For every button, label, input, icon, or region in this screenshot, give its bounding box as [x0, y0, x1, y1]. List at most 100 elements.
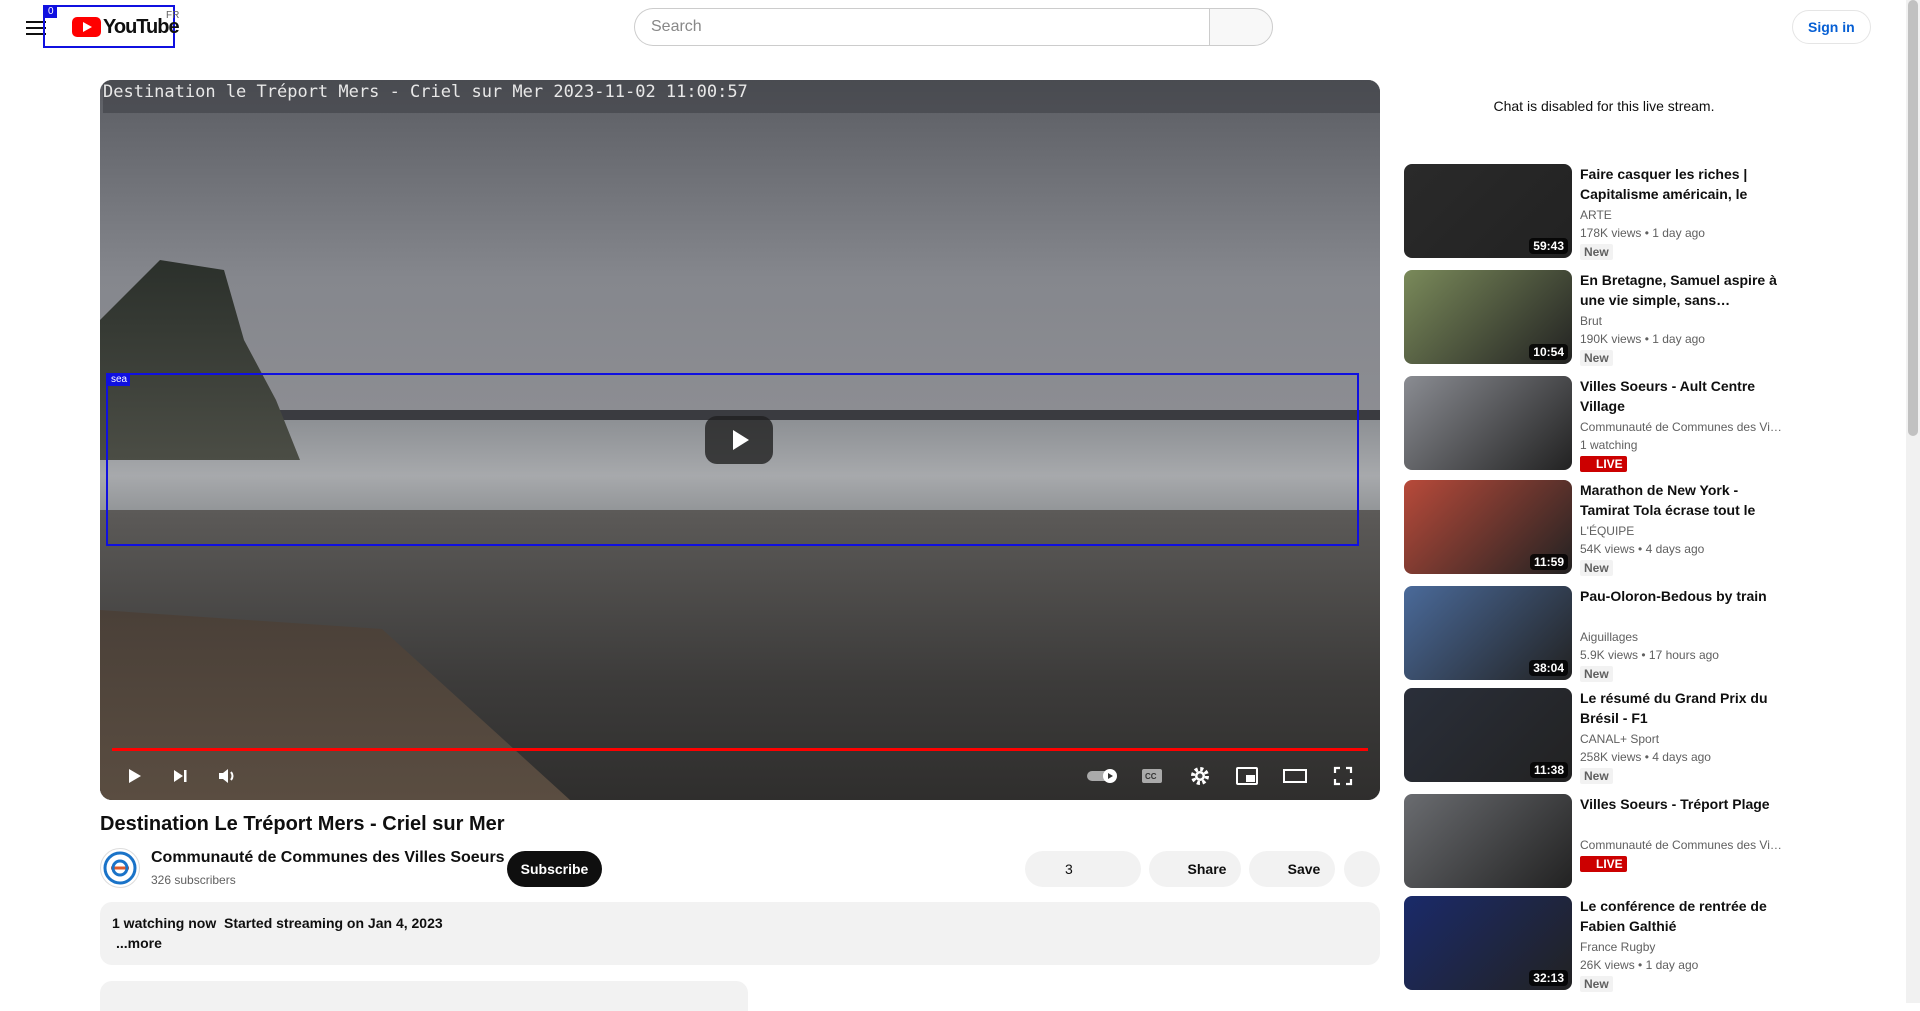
channel-name[interactable]: Communauté de Communes des Villes Soeurs	[151, 849, 505, 867]
recommendation-title[interactable]: Pau-Oloron-Bedous by train	[1580, 586, 1784, 606]
subscribe-button[interactable]: Subscribe	[507, 851, 602, 887]
recommendation-card[interactable]: Villes Soeurs - Tréport Plage Communauté …	[1404, 794, 1784, 890]
upload-age: 1 day ago	[1652, 226, 1705, 240]
recommendation-meta: 258K views • 4 days ago	[1580, 750, 1711, 764]
video-thumbnail[interactable]: 38:04	[1404, 586, 1572, 680]
view-count: 190K views	[1580, 332, 1642, 346]
video-title: Destination Le Tréport Mers - Criel sur …	[100, 813, 505, 835]
video-thumbnail[interactable]: 59:43	[1404, 164, 1572, 258]
duration-badge: 10:54	[1529, 344, 1568, 360]
page-scrollbar[interactable]	[1906, 0, 1920, 1003]
next-icon[interactable]	[164, 760, 196, 792]
recommendation-title[interactable]: Le conférence de rentrée de Fabien Galth…	[1580, 896, 1784, 936]
recommendation-card[interactable]: 11:38 Le résumé du Grand Prix du Brésil -…	[1404, 688, 1784, 784]
video-thumbnail[interactable]	[1404, 794, 1572, 888]
webcam-overlay-text: Destination le Tréport Mers - Criel sur …	[103, 80, 1380, 113]
video-thumbnail[interactable]: 10:54	[1404, 270, 1572, 364]
recommendation-channel[interactable]: Communauté de Communes des Vil…	[1580, 838, 1784, 852]
recommendation-title[interactable]: Faire casquer les riches | Capitalisme a…	[1580, 164, 1784, 204]
view-count: 54K views	[1580, 542, 1635, 556]
sign-in-button[interactable]: Sign in	[1792, 10, 1871, 44]
watching-info: 1 watching now Started streaming on Jan …	[112, 915, 443, 931]
miniplayer-icon[interactable]	[1231, 760, 1263, 792]
settings-gear-icon[interactable]	[1184, 760, 1216, 792]
view-count: 258K views	[1580, 750, 1642, 764]
recommendation-title[interactable]: Villes Soeurs - Tréport Plage	[1580, 794, 1784, 814]
video-player[interactable]: Destination le Tréport Mers - Criel sur …	[100, 80, 1380, 800]
autoplay-toggle-icon[interactable]	[1084, 760, 1124, 792]
play-icon[interactable]	[118, 760, 150, 792]
recommendation-title[interactable]: Marathon de New York - Tamirat Tola écra…	[1580, 480, 1784, 520]
like-count: 3	[1065, 861, 1073, 877]
recommendation-channel[interactable]: France Rugby	[1580, 940, 1784, 954]
meta-separator: •	[1641, 226, 1653, 240]
save-label: Save	[1287, 861, 1321, 877]
new-badge: New	[1580, 560, 1613, 576]
fullscreen-icon[interactable]	[1327, 760, 1359, 792]
view-count: 26K views	[1580, 958, 1635, 972]
recommendation-meta: 26K views • 1 day ago	[1580, 958, 1698, 972]
new-badge: New	[1580, 244, 1613, 260]
like-button[interactable]: 3	[1025, 851, 1141, 887]
recommendation-meta: 178K views • 1 day ago	[1580, 226, 1705, 240]
duration-badge: 11:38	[1529, 762, 1568, 778]
large-play-button[interactable]	[705, 416, 773, 464]
sign-in-label: Sign in	[1808, 19, 1855, 35]
recommendation-channel[interactable]: L'ÉQUIPE	[1580, 524, 1784, 538]
search-bar	[634, 8, 1273, 46]
channel-avatar[interactable]	[100, 848, 140, 888]
recommendation-channel[interactable]: Brut	[1580, 314, 1784, 328]
recommendation-card[interactable]: 32:13 Le conférence de rentrée de Fabien …	[1404, 896, 1784, 992]
search-input[interactable]	[634, 8, 1209, 46]
recommendation-title[interactable]: Le résumé du Grand Prix du Brésil - F1	[1580, 688, 1784, 728]
captions-icon[interactable]: CC	[1136, 760, 1168, 792]
video-thumbnail[interactable]: 11:59	[1404, 480, 1572, 574]
view-count: 1 watching	[1580, 438, 1638, 452]
view-count: 5.9K views	[1580, 648, 1639, 662]
svg-text:CC: CC	[1145, 772, 1157, 781]
recommendation-card[interactable]: 59:43 Faire casquer les riches | Capitali…	[1404, 164, 1784, 260]
recommendation-channel[interactable]: CANAL+ Sport	[1580, 732, 1784, 746]
subscriber-count: 326 subscribers	[151, 873, 236, 887]
recommendation-channel[interactable]: ARTE	[1580, 208, 1784, 222]
recommendation-channel[interactable]: Aiguillages	[1580, 630, 1784, 644]
recommendation-meta: 54K views • 4 days ago	[1580, 542, 1704, 556]
view-count: 178K views	[1580, 226, 1642, 240]
video-thumbnail[interactable]: 11:38	[1404, 688, 1572, 782]
meta-separator: •	[1641, 750, 1653, 764]
duration-badge: 38:04	[1529, 660, 1568, 676]
more-actions-button[interactable]	[1344, 851, 1380, 887]
recommendation-meta: 5.9K views • 17 hours ago	[1580, 648, 1719, 662]
save-button[interactable]: Save	[1249, 851, 1335, 887]
recommendation-card[interactable]: 10:54 En Bretagne, Samuel aspire à une vi…	[1404, 270, 1784, 366]
video-thumbnail[interactable]: 32:13	[1404, 896, 1572, 990]
recommendation-card[interactable]: Villes Soeurs - Ault Centre Village Commu…	[1404, 376, 1784, 472]
youtube-logo[interactable]: YouTube	[72, 15, 180, 39]
share-button[interactable]: Share	[1149, 851, 1241, 887]
meta-separator: •	[1634, 958, 1646, 972]
recommendation-card[interactable]: 38:04 Pau-Oloron-Bedous by train Aiguillag…	[1404, 586, 1784, 682]
recommendation-title[interactable]: Villes Soeurs - Ault Centre Village	[1580, 376, 1784, 416]
volume-icon[interactable]	[212, 760, 244, 792]
recommendation-card[interactable]: 11:59 Marathon de New York - Tamirat Tola…	[1404, 480, 1784, 576]
progress-bar[interactable]	[112, 748, 1368, 751]
more-link[interactable]: ...more	[116, 935, 162, 951]
recommendation-title[interactable]: En Bretagne, Samuel aspire à une vie sim…	[1580, 270, 1784, 310]
recommendation-meta: 190K views • 1 day ago	[1580, 332, 1705, 346]
live-badge: LIVE	[1580, 856, 1627, 872]
search-button[interactable]	[1209, 8, 1273, 46]
meta-separator: •	[1634, 542, 1646, 556]
masthead: 0 YouTube FR Sign in	[0, 0, 1920, 56]
meta-separator: •	[1638, 648, 1649, 662]
description-box[interactable]: 1 watching now Started streaming on Jan …	[100, 902, 1380, 965]
upload-age: 1 day ago	[1652, 332, 1705, 346]
scrollbar-thumb[interactable]	[1908, 0, 1918, 436]
comments-section-stub	[100, 981, 748, 1011]
chat-disabled-message: Chat is disabled for this live stream.	[1493, 98, 1715, 114]
annotation-label-sea: sea	[108, 373, 131, 386]
recommendation-channel[interactable]: Communauté de Communes des Vil…	[1580, 420, 1784, 434]
new-badge: New	[1580, 350, 1613, 366]
theater-mode-icon[interactable]	[1279, 760, 1311, 792]
country-code: FR	[166, 10, 180, 21]
video-thumbnail[interactable]	[1404, 376, 1572, 470]
